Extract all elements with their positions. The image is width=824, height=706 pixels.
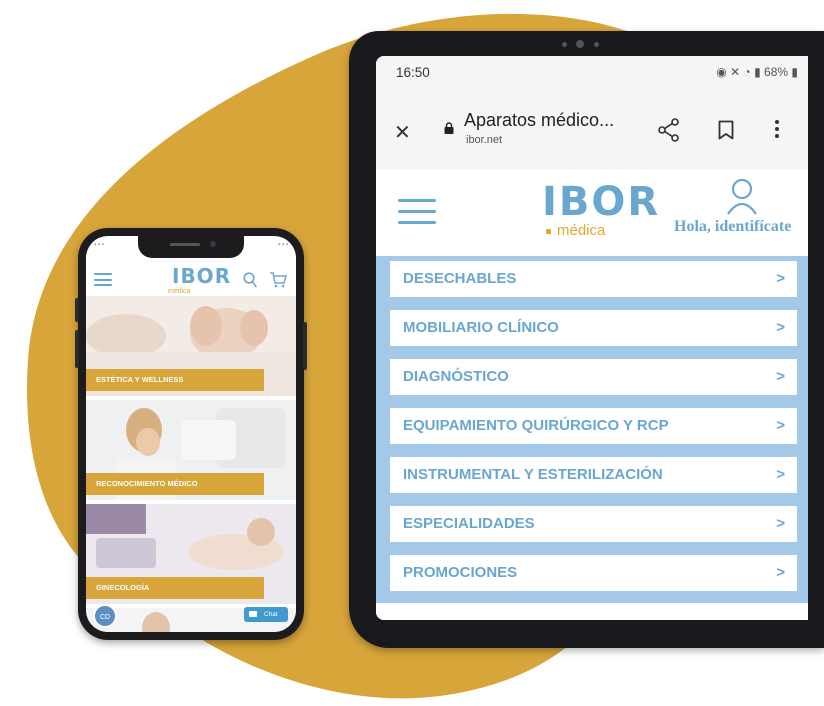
tile-label: RECONOCIMIENTO MÉDICO <box>86 473 264 495</box>
chat-bubble-icon <box>249 611 257 617</box>
tile-label: ESTÉTICA Y WELLNESS <box>86 369 264 391</box>
phone-button <box>303 322 307 370</box>
phone-screen: ▪ ▪ ▪ ▪ ▪ ▪ IBOR médica ESTÉTICA Y WELLN… <box>86 236 296 632</box>
status-icons: ◉ ✕ ◔ ▮ 68% ▮ <box>716 65 798 79</box>
menu-item-label: DESECHABLES <box>403 270 517 287</box>
cart-icon[interactable] <box>269 271 287 289</box>
page-url[interactable]: ibor.net <box>466 134 502 146</box>
phone-status-right: ▪ ▪ ▪ <box>278 242 288 248</box>
site-logo[interactable]: IBOR <box>542 180 660 224</box>
phone-notch <box>138 236 244 258</box>
signal-icon: ▮ <box>754 65 761 79</box>
phone-status-left: ▪ ▪ ▪ <box>94 242 104 248</box>
search-icon[interactable] <box>243 272 257 288</box>
smartphone-mockup: ▪ ▪ ▪ ▪ ▪ ▪ IBOR médica ESTÉTICA Y WELLN… <box>75 228 307 640</box>
phone-button <box>75 298 79 322</box>
chevron-right-icon: > <box>776 466 785 483</box>
phone-logo-subtitle: médica <box>168 288 191 295</box>
mute-icon: ✕ <box>730 65 741 79</box>
menu-item-label: MOBILIARIO CLÍNICO <box>403 319 559 336</box>
more-options-icon[interactable] <box>774 120 780 140</box>
category-tile[interactable]: RECONOCIMIENTO MÉDICO <box>86 400 296 500</box>
tile-label: GINECOLOGÍA <box>86 577 264 599</box>
battery-percent: 68% <box>764 65 789 79</box>
menu-item-diagnostico[interactable]: DIAGNÓSTICO > <box>390 359 797 395</box>
menu-item-especialidades[interactable]: ESPECIALIDADES > <box>390 506 797 542</box>
chevron-right-icon: > <box>776 515 785 532</box>
browser-toolbar: ✕ Aparatos médico... ibor.net <box>376 88 808 171</box>
share-icon[interactable] <box>658 118 680 142</box>
chevron-right-icon: > <box>776 270 785 287</box>
menu-icon[interactable] <box>398 199 436 225</box>
chat-label: Chat <box>264 611 278 618</box>
site-logo-subtitle: médica <box>546 222 605 239</box>
logo-subtitle-text: médica <box>557 222 606 239</box>
lock-icon <box>444 122 454 134</box>
category-tile[interactable]: ESTÉTICA Y WELLNESS <box>86 296 296 396</box>
phone-button <box>75 330 79 368</box>
menu-item-desechables[interactable]: DESECHABLES > <box>390 261 797 297</box>
tablet-camera <box>554 39 614 49</box>
menu-item-promociones[interactable]: PROMOCIONES > <box>390 555 797 591</box>
chevron-right-icon: > <box>776 319 785 336</box>
menu-icon[interactable] <box>94 273 112 286</box>
category-tile[interactable]: GINECOLOGÍA <box>86 504 296 604</box>
page-title: Aparatos médico... <box>464 110 615 130</box>
battery-icon: ▮ <box>791 65 798 79</box>
menu-item-label: DIAGNÓSTICO <box>403 368 509 385</box>
site-header: IBOR médica Hola, identifícate <box>376 170 808 256</box>
user-icon[interactable] <box>726 178 758 218</box>
chevron-right-icon: > <box>776 417 785 434</box>
category-menu: DESECHABLES > MOBILIARIO CLÍNICO > DIAGN… <box>376 256 808 603</box>
chevron-right-icon: > <box>776 368 785 385</box>
phone-logo[interactable]: IBOR <box>172 266 231 286</box>
menu-item-label: ESPECIALIDADES <box>403 515 535 532</box>
status-time: 16:50 <box>396 65 430 80</box>
menu-item-label: EQUIPAMIENTO QUIRÚRGICO Y RCP <box>403 417 669 434</box>
chevron-right-icon: > <box>776 564 785 581</box>
tablet-screen: 16:50 ◉ ✕ ◔ ▮ 68% ▮ ✕ Aparatos médico...… <box>376 56 808 620</box>
login-link[interactable]: Hola, identifícate <box>674 218 791 236</box>
menu-item-label: INSTRUMENTAL Y ESTERILIZACIÓN <box>403 466 663 483</box>
menu-item-equipamiento[interactable]: EQUIPAMIENTO QUIRÚRGICO Y RCP > <box>390 408 797 444</box>
phone-header: IBOR médica <box>86 258 296 300</box>
tablet-mockup: 16:50 ◉ ✕ ◔ ▮ 68% ▮ ✕ Aparatos médico...… <box>349 31 824 648</box>
wifi-icon: ◔ <box>743 65 751 79</box>
bookmark-icon[interactable] <box>718 120 734 140</box>
menu-item-label: PROMOCIONES <box>403 564 518 581</box>
close-icon[interactable]: ✕ <box>394 123 411 143</box>
cd-badge[interactable]: CD <box>93 604 117 628</box>
status-bar: 16:50 ◉ ✕ ◔ ▮ 68% ▮ <box>376 56 808 88</box>
alarm-icon: ◉ <box>716 65 727 79</box>
menu-spacer <box>376 603 808 620</box>
menu-item-mobiliario[interactable]: MOBILIARIO CLÍNICO > <box>390 310 797 346</box>
menu-item-instrumental[interactable]: INSTRUMENTAL Y ESTERILIZACIÓN > <box>390 457 797 493</box>
chat-button[interactable]: Chat <box>244 607 288 622</box>
